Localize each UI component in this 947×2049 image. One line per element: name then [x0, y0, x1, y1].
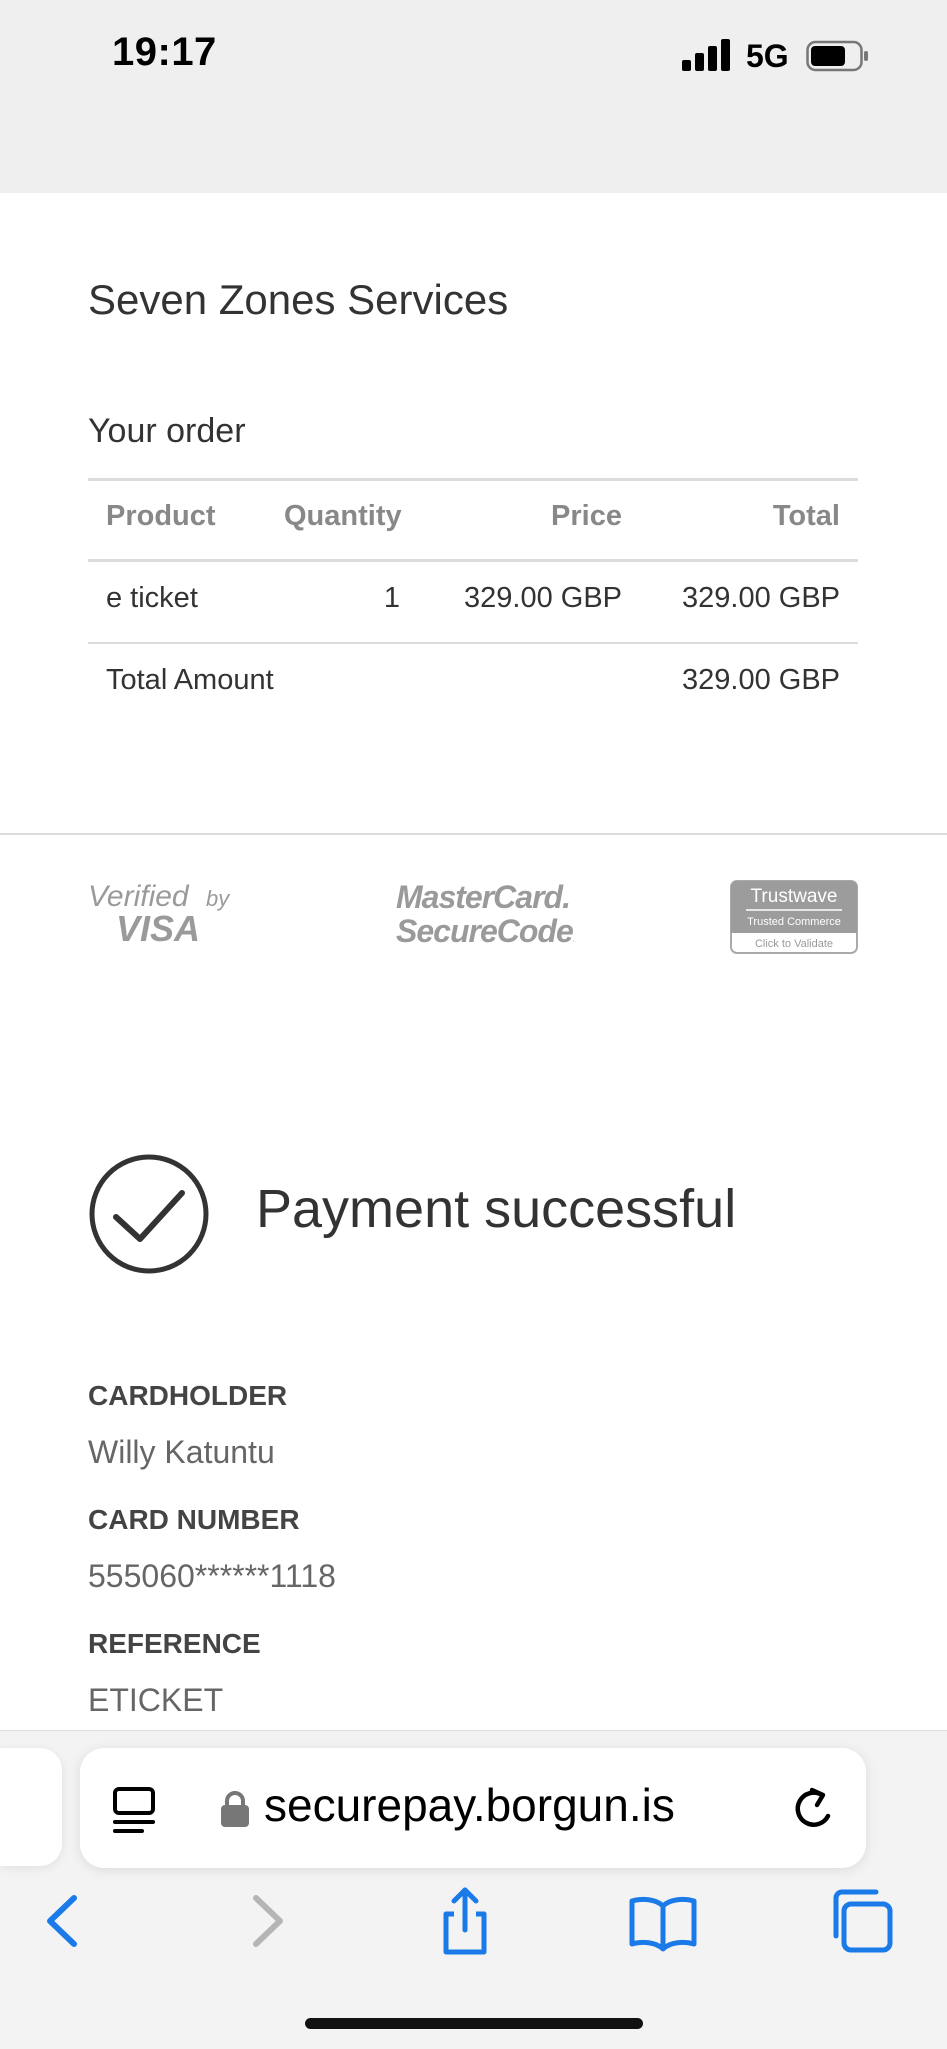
lock-icon — [221, 1791, 249, 1827]
signal-icon — [682, 39, 730, 71]
svg-text:SecureCode.: SecureCode. — [396, 913, 574, 948]
network-type: 5G — [746, 38, 789, 74]
back-icon[interactable] — [28, 1886, 98, 1956]
svg-text:by: by — [206, 886, 231, 911]
forward-icon[interactable] — [232, 1886, 302, 1956]
reference-value: ETICKET — [88, 1682, 224, 1718]
cell-quantity: 1 — [383, 582, 400, 614]
section-divider — [0, 833, 947, 835]
cell-product: e ticket — [106, 582, 198, 614]
page-menu-icon[interactable] — [112, 1786, 156, 1834]
checkmark-circle-icon — [89, 1154, 209, 1274]
svg-text:Trustwave: Trustwave — [751, 886, 838, 907]
card-number-value: 555060******1118 — [88, 1558, 336, 1594]
svg-text:Click to Validate: Click to Validate — [755, 938, 833, 950]
cell-price: 329.00 GBP — [464, 582, 622, 614]
tabs-icon[interactable] — [826, 1886, 896, 1956]
order-title: Your order — [88, 412, 246, 450]
address-bar[interactable]: securepay.borgun.is — [80, 1748, 866, 1868]
bookmarks-icon[interactable] — [628, 1886, 698, 1956]
previous-tab-preview[interactable] — [0, 1748, 62, 1866]
reference-label: REFERENCE — [88, 1628, 261, 1659]
verified-by-visa-logo: Verified by VISA — [88, 880, 231, 948]
mastercard-securecode-logo: MasterCard. SecureCode. — [396, 879, 574, 948]
svg-text:Trusted Commerce: Trusted Commerce — [747, 916, 841, 928]
status-time: 19:17 — [112, 30, 217, 74]
payment-status: Payment successful — [256, 1179, 737, 1239]
cell-total: 329.00 GBP — [682, 582, 840, 614]
battery-icon — [806, 40, 868, 72]
svg-text:MasterCard.: MasterCard. — [396, 879, 570, 915]
table-header-divider — [88, 559, 858, 562]
share-icon[interactable] — [430, 1886, 500, 1956]
trustwave-seal-logo[interactable]: Trustwave Trusted Commerce Click to Vali… — [730, 880, 858, 954]
cardholder-label: CARDHOLDER — [88, 1380, 288, 1411]
total-amount-label: Total Amount — [106, 664, 274, 696]
url-text[interactable]: securepay.borgun.is — [264, 1778, 675, 1832]
home-indicator — [305, 2018, 643, 2029]
svg-text:VISA: VISA — [116, 908, 200, 948]
reload-icon[interactable] — [792, 1786, 838, 1832]
status-bar: 19:17 5G — [0, 0, 947, 193]
merchant-name: Seven Zones Services — [88, 276, 509, 323]
total-amount-value: 329.00 GBP — [682, 664, 840, 696]
card-number-label: CARD NUMBER — [88, 1504, 300, 1535]
table-row-divider — [88, 642, 858, 644]
cardholder-value: Willy Katuntu — [88, 1434, 275, 1470]
table-total-row: Total Amount 329.00 GBP — [88, 478, 858, 696]
